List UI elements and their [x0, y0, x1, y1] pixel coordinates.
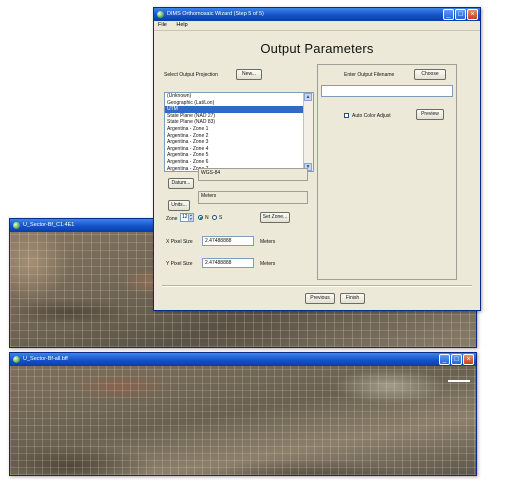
projection-list-item[interactable]: Argentina - Zone 3	[165, 139, 303, 146]
projection-list[interactable]: (Unknown) Geographic (Lat/Lon) UTM State Pl…	[164, 92, 314, 172]
zone-spinner[interactable]: 12 ▲ ▼	[180, 213, 194, 222]
south-radio[interactable]	[212, 215, 217, 220]
x-pixel-input[interactable]: 2.47488888	[202, 236, 254, 246]
y-pixel-label: Y Pixel Size	[166, 261, 193, 267]
auto-color-label: Auto Color Adjust	[352, 113, 391, 119]
auto-color-checkbox[interactable]	[344, 113, 349, 118]
image-window-2-title: U_Sector-Bf-all.bff	[23, 356, 68, 362]
projection-list-item[interactable]: Geographic (Lat/Lon)	[165, 100, 303, 107]
maximize-button[interactable]: □	[455, 9, 466, 20]
y-pixel-unit: Meters	[260, 261, 276, 267]
set-zone-button[interactable]: Set Zone...	[260, 212, 290, 223]
north-radio[interactable]	[198, 215, 203, 220]
output-file-group: Enter Output Filename Choose Auto Color …	[317, 64, 457, 280]
menu-file[interactable]: File	[158, 22, 167, 28]
x-pixel-unit: Meters	[260, 239, 276, 245]
output-filename-label: Enter Output Filename	[344, 72, 395, 78]
window-controls: _ □ ×	[443, 9, 478, 20]
projection-list-item[interactable]: State Plane (NAD 27)	[165, 113, 303, 120]
app-icon	[157, 11, 164, 18]
wizard-titlebar[interactable]: DIMS Orthomosaic Wizard (Step 5 of 5) _ …	[154, 8, 480, 21]
image-window-2[interactable]: U_Sector-Bf-all.bff _ □ ×	[9, 352, 477, 476]
units-value: Meters	[198, 191, 308, 204]
orthomosaic-wizard-dialog[interactable]: DIMS Orthomosaic Wizard (Step 5 of 5) _ …	[153, 7, 481, 311]
app-icon	[13, 222, 20, 229]
scale-bar	[442, 370, 470, 384]
zone-label: Zone	[166, 216, 178, 222]
projection-list-item[interactable]: (Unknown)	[165, 93, 303, 100]
preview-button[interactable]: Preview	[416, 109, 444, 120]
minimize-button[interactable]: _	[443, 9, 454, 20]
projection-list-item[interactable]: State Plane (NAD 83)	[165, 119, 303, 126]
app-icon	[13, 356, 20, 363]
projection-list-item[interactable]: Argentina - Zone 5	[165, 152, 303, 159]
previous-button[interactable]: Previous	[305, 293, 335, 304]
projection-list-item[interactable]: Argentina - Zone 1	[165, 126, 303, 133]
projection-items: (Unknown) Geographic (Lat/Lon) UTM State Pl…	[165, 93, 303, 171]
south-label: S	[219, 215, 223, 221]
satellite-image[interactable]	[10, 366, 476, 475]
scrollbar[interactable]: ▲ ▼	[303, 93, 313, 171]
divider	[162, 285, 472, 287]
wizard-title: DIMS Orthomosaic Wizard (Step 5 of 5)	[167, 11, 264, 17]
menu-help[interactable]: Help	[176, 22, 187, 28]
close-button[interactable]: ×	[463, 354, 474, 365]
image-window-1-title: U_Sector-Bf_C1.4E1	[23, 222, 75, 228]
finish-button[interactable]: Finish	[340, 293, 365, 304]
menu-bar: File Help	[154, 21, 480, 31]
scroll-up-icon[interactable]: ▲	[304, 93, 312, 101]
zone-value: 12	[182, 214, 188, 220]
x-pixel-label: X Pixel Size	[166, 239, 193, 245]
projection-label: Select Output Projection	[164, 72, 218, 78]
north-label: N	[205, 215, 209, 221]
spin-arrows-icon[interactable]: ▲ ▼	[188, 213, 193, 221]
new-projection-button[interactable]: New...	[236, 69, 262, 80]
datum-value: WGS-84	[198, 168, 308, 181]
output-filename-input[interactable]	[321, 85, 453, 97]
datum-button[interactable]: Datum...	[168, 178, 194, 189]
projection-list-item[interactable]: Argentina - Zone 6	[165, 159, 303, 166]
page-title: Output Parameters	[260, 41, 374, 56]
window-controls: _ □ ×	[439, 354, 474, 365]
desktop: U_Sector-Bf_C1.4E1 U_Sector-Bf-all.bff _…	[0, 0, 516, 483]
close-button[interactable]: ×	[467, 9, 478, 20]
choose-button[interactable]: Choose	[414, 69, 446, 80]
minimize-button[interactable]: _	[439, 354, 450, 365]
image-window-2-titlebar[interactable]: U_Sector-Bf-all.bff _ □ ×	[10, 353, 476, 366]
projection-list-item[interactable]: UTM	[165, 106, 303, 113]
projection-list-item[interactable]: Argentina - Zone 2	[165, 133, 303, 140]
y-pixel-input[interactable]: 2.47488888	[202, 258, 254, 268]
projection-list-item[interactable]: Argentina - Zone 4	[165, 146, 303, 153]
maximize-button[interactable]: □	[451, 354, 462, 365]
units-button[interactable]: Units...	[168, 200, 190, 211]
